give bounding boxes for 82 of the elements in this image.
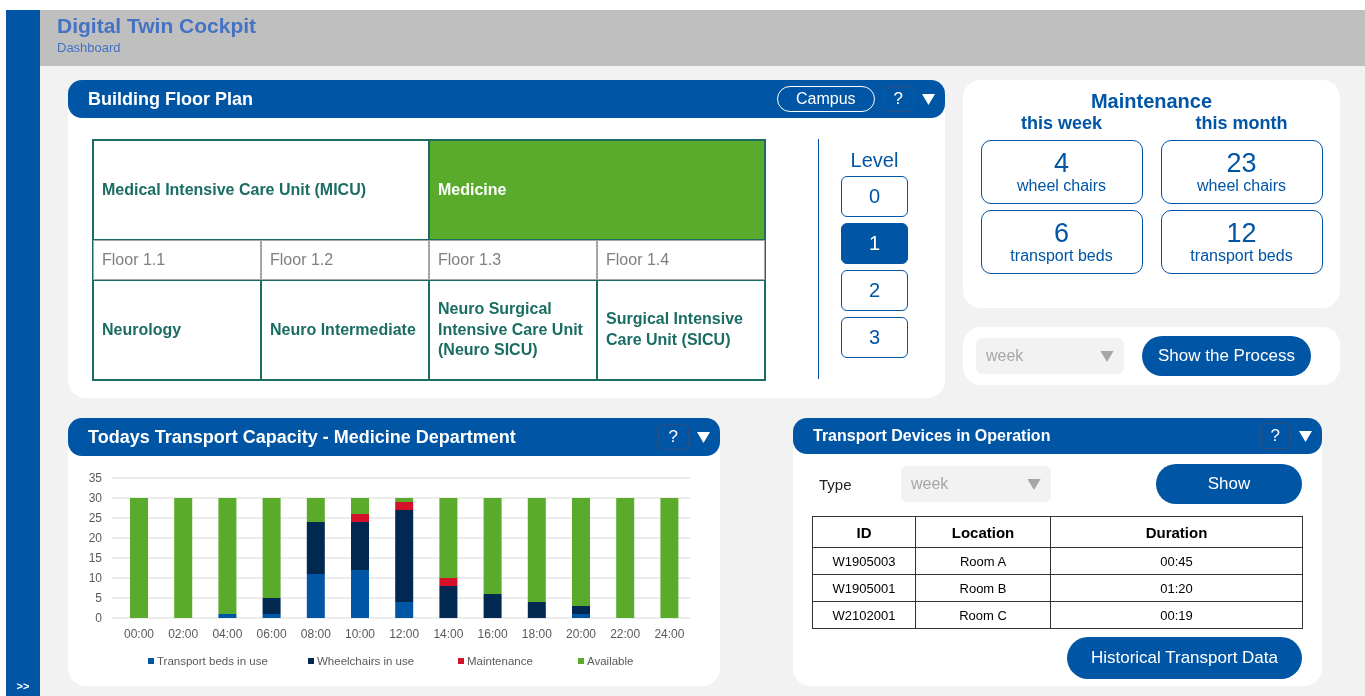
axis-label: 0 (95, 611, 102, 625)
column-header: Duration (1050, 516, 1303, 548)
dropdown-icon[interactable] (922, 93, 935, 105)
unit-cell[interactable]: Medical Intensive Care Unit (MICU) (93, 140, 429, 240)
help-button[interactable]: ? (657, 424, 689, 450)
department-cell[interactable]: Neurology (93, 280, 261, 380)
count-label: wheel chairs (1017, 177, 1106, 196)
table-cell: W1905001 (812, 574, 916, 602)
axis-label: 10 (88, 571, 102, 585)
count-label: transport beds (1010, 247, 1113, 266)
count-value: 4 (1054, 148, 1069, 178)
count-value: 23 (1226, 148, 1257, 178)
axis-label: 25 (88, 511, 102, 525)
count-value: 6 (1054, 218, 1069, 248)
axis-label: 16:00 (477, 627, 508, 641)
axis-label: 20:00 (566, 627, 596, 641)
axis-label: 14:00 (433, 627, 464, 641)
count-value: 12 (1226, 218, 1257, 248)
level-button[interactable]: 1 (841, 223, 908, 264)
bar-segment (306, 574, 325, 618)
legend-item: Wheelchairs in use (308, 655, 415, 667)
count-label: transport beds (1190, 247, 1293, 266)
period-heading: this week (1020, 113, 1102, 134)
bar-segment (351, 570, 369, 618)
help-button[interactable]: ? (882, 86, 914, 112)
table-cell: Room C (915, 601, 1051, 629)
axis-label: 12:00 (389, 627, 420, 641)
maintenance-title: Maintenance (1090, 90, 1213, 113)
period-heading: this month (1195, 113, 1288, 134)
table-cell: 00:45 (1050, 547, 1303, 575)
axis-label: 30 (88, 491, 102, 505)
floor-cell: Floor 1.1 (93, 240, 261, 280)
table-cell: Room B (915, 574, 1051, 602)
axis-label: 22:00 (610, 627, 641, 641)
axis-label: 24:00 (654, 627, 685, 641)
department-cell[interactable]: Neuro Surgical Intensive Care Unit (Neuro SICU) (429, 280, 597, 380)
axis-label: 04:00 (212, 627, 243, 641)
legend-item: Transport beds in use (148, 655, 268, 667)
axis-label: 10:00 (345, 627, 375, 641)
historical-data-button[interactable]: Historical Transport Data (1066, 637, 1302, 679)
table-cell: 01:20 (1050, 574, 1303, 602)
level-button[interactable]: 0 (841, 176, 908, 217)
show-process-button[interactable]: Show the Process (1142, 336, 1311, 376)
axis-label: 06:00 (256, 627, 287, 641)
column-header: Location (915, 516, 1051, 548)
axis-label: 02:00 (168, 627, 199, 641)
card-title: Building Floor Plan (88, 88, 254, 110)
column-header: ID (812, 516, 916, 548)
card-title: Todays Transport Capacity - Medicine Department (88, 426, 517, 448)
card-title: Transport Devices in Operation (813, 427, 1052, 445)
table-cell: Room A (915, 547, 1051, 575)
show-button[interactable]: Show (1156, 464, 1302, 504)
department-cell[interactable]: Surgical Intensive Care Unit (SICU) (597, 280, 765, 380)
axis-label: 18:00 (521, 627, 552, 641)
axis-label: 5 (95, 591, 102, 605)
count-label: wheel chairs (1197, 177, 1286, 196)
page-subtitle: Dashboard (57, 40, 122, 55)
table-cell: W2102001 (812, 601, 916, 629)
dropdown-icon[interactable] (697, 431, 710, 443)
expand-toggle[interactable]: >> (16, 680, 30, 696)
dropdown-icon[interactable] (1299, 430, 1312, 442)
floor-cell: Floor 1.2 (261, 240, 429, 280)
app-title: Digital Twin Cockpit (57, 14, 258, 38)
legend-item: Available (578, 655, 634, 667)
axis-label: 00:00 (124, 627, 154, 641)
department-cell[interactable]: Neuro Intermediate (261, 280, 429, 380)
legend-item: Maintenance (458, 655, 533, 667)
legend-label: Available (587, 655, 634, 667)
table-cell: 00:19 (1050, 601, 1303, 629)
level-button[interactable]: 2 (841, 270, 908, 311)
campus-button[interactable]: Campus (776, 86, 875, 112)
help-button[interactable]: ? (1259, 423, 1291, 449)
axis-label: 08:00 (300, 627, 331, 641)
floor-cell: Floor 1.3 (429, 240, 597, 280)
level-label: Level (850, 149, 899, 172)
floor-cell: Floor 1.4 (597, 240, 765, 280)
axis-label: 20 (88, 531, 102, 545)
axis-label: 15 (88, 551, 102, 565)
level-button[interactable]: 3 (841, 317, 908, 358)
axis-label: 35 (88, 471, 102, 485)
table-cell: W1905003 (812, 547, 916, 575)
type-label: Type (819, 475, 853, 493)
